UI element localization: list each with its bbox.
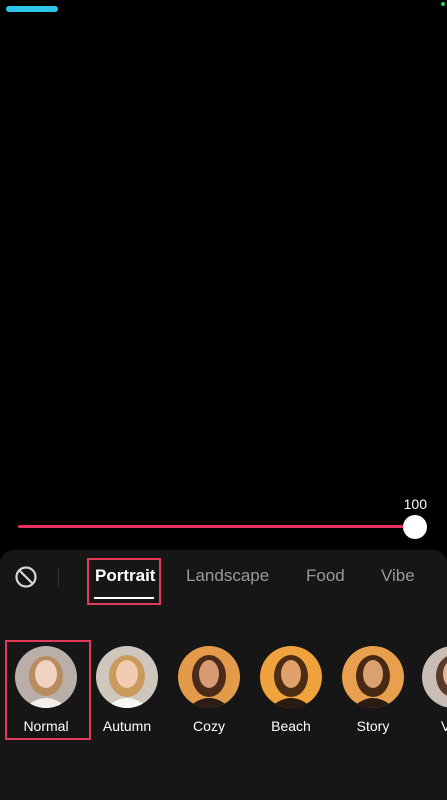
filter-thumbnail — [342, 646, 404, 708]
slider-track[interactable] — [18, 525, 416, 528]
tab-portrait[interactable]: Portrait — [95, 566, 155, 586]
filter-label: Normal — [23, 718, 69, 734]
no-filter-icon[interactable] — [14, 565, 38, 589]
filter-label: Autumn — [102, 718, 152, 734]
filter-label: Beach — [271, 718, 311, 734]
filter-beach[interactable]: Beach — [258, 646, 324, 734]
filter-thumbnail — [260, 646, 322, 708]
filter-cozy[interactable]: Cozy — [176, 646, 242, 734]
intensity-slider[interactable]: 100 — [0, 490, 447, 550]
tab-food[interactable]: Food — [306, 566, 345, 586]
tab-landscape[interactable]: Landscape — [186, 566, 269, 586]
tab-divider — [58, 568, 59, 586]
filter-thumbnail — [178, 646, 240, 708]
filter-thumbnail — [422, 646, 447, 708]
tab-vibe[interactable]: Vibe — [381, 566, 415, 586]
preview-area — [0, 0, 447, 490]
filter-normal[interactable]: Normal — [13, 646, 79, 734]
filter-partial[interactable]: V — [422, 646, 447, 734]
filter-thumbnail — [15, 646, 77, 708]
filter-label: V — [441, 718, 447, 734]
slider-value: 100 — [403, 496, 427, 512]
filter-label: Cozy — [193, 718, 225, 734]
filter-label: Story — [356, 718, 390, 734]
filter-story[interactable]: Story — [340, 646, 406, 734]
filter-thumbnail — [96, 646, 158, 708]
active-tab-underline — [94, 597, 154, 599]
filter-panel: Portrait Landscape Food Vibe Normal Autu… — [0, 550, 447, 800]
slider-thumb[interactable] — [403, 515, 427, 539]
filter-autumn[interactable]: Autumn — [94, 646, 160, 734]
